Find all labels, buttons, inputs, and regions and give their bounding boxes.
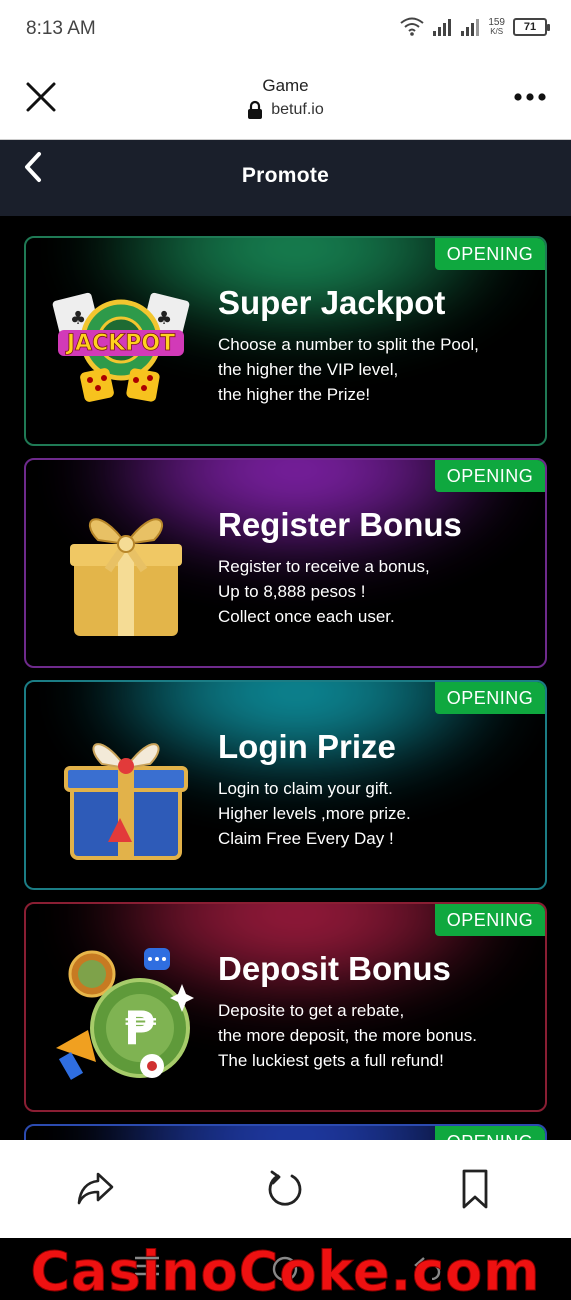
status-badge: OPENING	[435, 682, 545, 714]
url-box[interactable]: Game betuf.io	[0, 76, 571, 120]
domain-text: betuf.io	[271, 101, 324, 118]
watermark-text: CasinoCoke.com	[30, 1240, 541, 1300]
promo-line: Higher levels ,more prize.	[218, 804, 411, 823]
promo-card-deposit-bonus[interactable]: OPENING ₱ Deposit Bonus Deposite to get …	[24, 902, 547, 1112]
status-badge: OPENING	[435, 904, 545, 936]
lock-icon	[248, 100, 263, 119]
network-speed-value: 159	[488, 17, 505, 28]
promo-line: Login to claim your gift.	[218, 779, 393, 798]
battery-icon: 71	[513, 18, 550, 36]
app-nav-bar: Promote	[0, 140, 571, 216]
status-badge: OPENING	[435, 1126, 545, 1140]
system-nav-bar: CasinoCoke.com	[0, 1238, 571, 1300]
peso-coin-icon: ₱	[56, 948, 194, 1080]
status-time: 8:13 AM	[26, 18, 96, 39]
promo-description: Choose a number to split the Pool, the h…	[218, 332, 479, 407]
promo-description: Deposite to get a rebate, the more depos…	[218, 998, 477, 1073]
signal-icon	[433, 19, 452, 36]
network-speed-unit: K/S	[490, 27, 504, 36]
gold-gift-icon	[70, 518, 182, 636]
promo-title: Super Jackpot	[218, 284, 446, 321]
bookmark-icon[interactable]	[460, 1168, 490, 1210]
page-name: Game	[262, 76, 309, 95]
browser-bottom-toolbar	[0, 1140, 571, 1238]
peso-symbol: ₱	[124, 1001, 156, 1055]
promo-line: The luckiest gets a full refund!	[218, 1051, 444, 1070]
promo-title: Deposit Bonus	[218, 950, 451, 987]
promo-line: Claim Free Every Day !	[218, 829, 394, 848]
promo-title: Register Bonus	[218, 506, 462, 543]
jackpot-art-icon: ♣ ♣ JACKPOT	[52, 292, 190, 402]
refresh-icon[interactable]	[266, 1168, 304, 1208]
browser-header: Game betuf.io	[0, 58, 571, 140]
jackpot-art-text: JACKPOT	[65, 331, 175, 356]
promo-line: Choose a number to split the Pool,	[218, 335, 479, 354]
promo-line: the higher the Prize!	[218, 385, 371, 404]
promo-description: Register to receive a bonus, Up to 8,888…	[218, 554, 430, 629]
blue-gift-box-icon	[64, 743, 188, 860]
promo-card-super-jackpot[interactable]: OPENING ♣ ♣ JACKPOT Super Jackpot Choose…	[24, 236, 547, 446]
promo-title: Login Prize	[218, 728, 396, 765]
promo-card-partial[interactable]: OPENING	[24, 1124, 547, 1140]
network-speed: 159 K/S	[488, 17, 505, 37]
promo-card-login-prize[interactable]: OPENING Login Prize Login to claim your …	[24, 680, 547, 890]
promo-line: the more deposit, the more bonus.	[218, 1026, 477, 1045]
status-badge: OPENING	[435, 460, 545, 492]
domain-row: betuf.io	[0, 100, 571, 120]
status-bar: 8:13 AM 159 K/S 71	[0, 0, 571, 58]
promo-card-register-bonus[interactable]: OPENING Register Bonus Register to recei…	[24, 458, 547, 668]
promo-description: Login to claim your gift. Higher levels …	[218, 776, 411, 851]
status-icons: 159 K/S 71	[400, 17, 550, 37]
promo-line: Up to 8,888 pesos !	[218, 582, 366, 601]
status-badge: OPENING	[435, 238, 545, 270]
promo-list: OPENING ♣ ♣ JACKPOT Super Jackpot Choose…	[0, 216, 571, 1140]
page-title: Promote	[241, 164, 330, 187]
more-icon[interactable]	[513, 92, 547, 102]
wifi-icon	[400, 17, 424, 36]
signal-icon-2	[461, 19, 480, 36]
promo-line: Register to receive a bonus,	[218, 557, 430, 576]
promo-line: the higher the VIP level,	[218, 360, 399, 379]
promo-line: Deposite to get a rebate,	[218, 1001, 405, 1020]
promo-line: Collect once each user.	[218, 607, 395, 626]
share-icon[interactable]	[76, 1170, 116, 1206]
